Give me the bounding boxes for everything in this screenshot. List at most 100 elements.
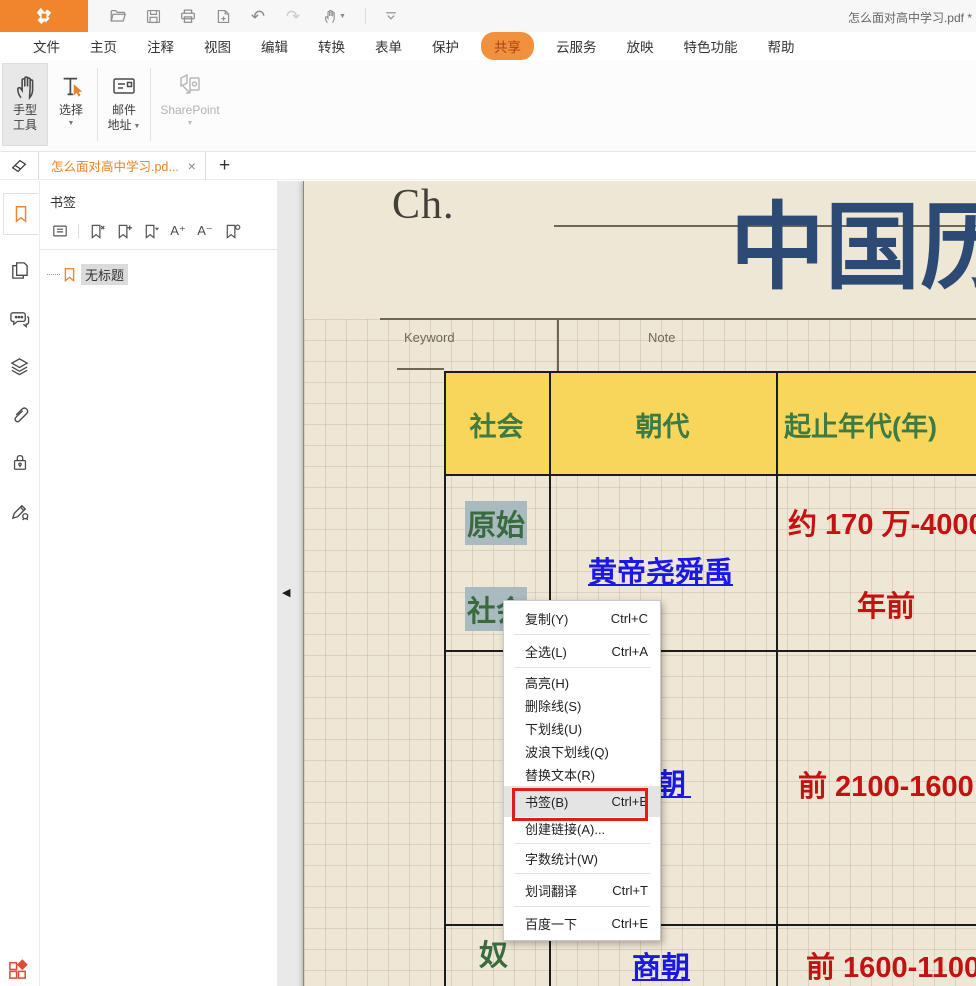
menu-item-replace-text[interactable]: 替换文本(R) [504, 763, 660, 786]
menu-item-label: 复制(Y) [525, 609, 568, 628]
layers-icon [9, 356, 30, 377]
period-row2: 前 2100-1600 [798, 763, 974, 805]
tab-close-button[interactable]: × [188, 159, 196, 173]
menu-item-underline[interactable]: 下划线(U) [504, 717, 660, 740]
menu-item-word-count[interactable]: 字数统计(W) [504, 847, 660, 870]
sidebar-attachments-button[interactable] [7, 401, 33, 427]
locate-bookmark-button[interactable] [223, 222, 241, 240]
ribbon-separator [97, 68, 98, 141]
menu-item-label: 划词翻译 [525, 881, 577, 900]
menu-tab-cloud-service[interactable]: 云服务 [541, 32, 612, 60]
undo-button[interactable]: ↶ [248, 6, 268, 26]
hand-tool-button[interactable]: 手型 工具 [2, 63, 48, 146]
collapse-all-icon: A⁻ [197, 223, 213, 239]
menu-tab-comment[interactable]: 注释 [132, 32, 189, 60]
annotation-highlight-box [512, 788, 648, 821]
document-tab-label: 怎么面对高中学习.pd... [51, 156, 179, 175]
sidebar-comments-button[interactable] [7, 305, 33, 331]
widgets-icon [7, 957, 30, 980]
sidebar-pages-button[interactable] [7, 257, 33, 283]
menu-separator [514, 667, 650, 668]
menu-tab-form[interactable]: 表单 [360, 32, 417, 60]
menu-tab-help[interactable]: 帮助 [753, 32, 810, 60]
bookmark-item-label[interactable]: 无标题 [81, 264, 128, 285]
comments-icon [9, 308, 30, 329]
page-title: 中国历史 [730, 199, 976, 299]
menu-item-shortcut: Ctrl+C [611, 611, 648, 626]
menu-item-strikethrough[interactable]: 删除线(S) [504, 694, 660, 717]
menu-tab-convert[interactable]: 转换 [303, 32, 360, 60]
menu-item-label: 创建链接(A)... [525, 819, 605, 838]
menu-tab-present[interactable]: 放映 [612, 32, 669, 60]
select-tool-button[interactable]: 选择 ▼ [48, 63, 94, 146]
sidebar-layers-button[interactable] [7, 353, 33, 379]
title-bar: ↶ ↷ ▼ 怎么面对高中学习.pdf * [0, 0, 976, 32]
sidebar-bookmarks-button[interactable] [3, 193, 39, 235]
open-file-button[interactable] [108, 6, 128, 26]
pages-icon [9, 260, 30, 281]
menu-tab-protect[interactable]: 保护 [417, 32, 474, 60]
table-border [444, 474, 976, 476]
menu-item-shortcut: Ctrl+A [612, 644, 648, 659]
select-tool-caret-icon: ▼ [68, 120, 75, 127]
menu-item-label: 高亮(H) [525, 673, 569, 692]
dynasty-link-shang[interactable]: 商朝 [632, 944, 690, 986]
collapse-all-button[interactable]: A⁻ [196, 222, 214, 240]
bookmarks-panel-title: 书签 [40, 181, 277, 211]
collapse-panel-button[interactable]: ◀ [282, 586, 290, 599]
keyword-note-rule [380, 318, 976, 320]
panel-menu-button[interactable] [51, 222, 69, 240]
menu-item-highlight[interactable]: 高亮(H) [504, 671, 660, 694]
app-logo[interactable] [0, 0, 88, 32]
new-page-button[interactable] [213, 6, 233, 26]
menu-tab-file[interactable]: 文件 [18, 32, 75, 60]
eraser-icon [9, 156, 29, 176]
menu-separator [514, 873, 650, 874]
menu-item-label: 波浪下划线(Q) [525, 742, 609, 761]
menu-tab-view[interactable]: 视图 [189, 32, 246, 60]
lock-icon [10, 452, 30, 472]
bookmark-tree-item[interactable]: 无标题 [47, 264, 277, 285]
bookmark-options-button[interactable] [142, 222, 160, 240]
menu-item-label: 百度一下 [525, 914, 577, 933]
eraser-tool-button[interactable] [0, 156, 38, 176]
keyword-column-rule [397, 368, 444, 370]
expand-all-button[interactable]: A⁺ [169, 222, 187, 240]
new-tab-button[interactable]: + [219, 156, 230, 175]
toolbar-separator [365, 8, 366, 24]
foxit-logo-icon [31, 3, 57, 29]
bookmarks-toolbar: A⁺ A⁻ [40, 211, 277, 249]
menu-separator [514, 634, 650, 635]
add-bookmark-button[interactable] [115, 222, 133, 240]
document-tab[interactable]: 怎么面对高中学习.pd... × [38, 152, 206, 180]
save-button[interactable] [143, 6, 163, 26]
sidebar-security-button[interactable] [7, 449, 33, 475]
menu-tab-special-features[interactable]: 特色功能 [669, 32, 753, 60]
menu-item-shortcut: Ctrl+E [612, 916, 648, 931]
menu-item-squiggly-underline[interactable]: 波浪下划线(Q) [504, 740, 660, 763]
menu-tab-edit[interactable]: 编辑 [246, 32, 303, 60]
hand-mode-button[interactable]: ▼ [318, 6, 350, 26]
sidebar-signature-button[interactable] [7, 497, 33, 523]
menu-item-translate[interactable]: 划词翻译 Ctrl+T [504, 877, 660, 903]
dynasty-link-huangdi[interactable]: 黄帝尧舜禹 [588, 549, 733, 591]
sharepoint-button[interactable]: SharePoint ▼ [154, 63, 226, 146]
hand-tool-icon [12, 73, 39, 100]
attachment-icon [9, 404, 30, 425]
redo-button[interactable]: ↷ [283, 6, 303, 26]
menu-tab-share[interactable]: 共享 [481, 32, 534, 60]
menu-item-baidu-search[interactable]: 百度一下 Ctrl+E [504, 910, 660, 936]
widgets-button[interactable] [7, 957, 30, 980]
toolbar-separator [78, 224, 79, 238]
menu-tab-home[interactable]: 主页 [75, 32, 132, 60]
mail-to-button[interactable]: 邮件 地址 ▼ [101, 63, 147, 146]
menu-item-select-all[interactable]: 全选(L) Ctrl+A [504, 638, 660, 664]
customize-toolbar-button[interactable] [381, 6, 401, 26]
sharepoint-label: SharePoint [160, 103, 219, 118]
print-button[interactable] [178, 6, 198, 26]
selected-text: 原始 [465, 501, 527, 545]
context-menu: 复制(Y) Ctrl+C 全选(L) Ctrl+A 高亮(H) 删除线(S) 下… [503, 600, 661, 941]
table-header-period: 起止年代(年) [784, 405, 937, 444]
menu-item-copy[interactable]: 复制(Y) Ctrl+C [504, 605, 660, 631]
delete-bookmark-button[interactable] [88, 222, 106, 240]
